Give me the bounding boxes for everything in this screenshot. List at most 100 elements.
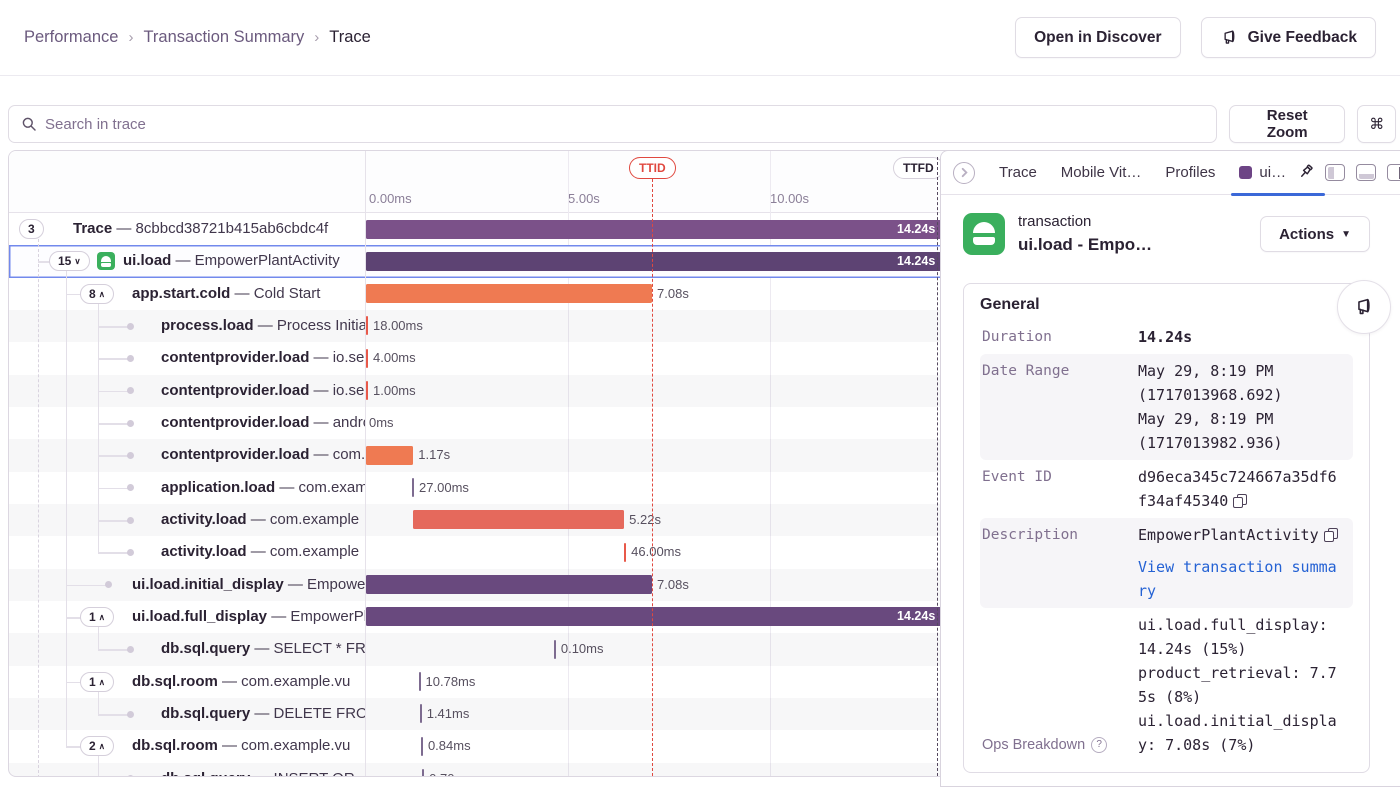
span-bar[interactable] <box>366 284 652 303</box>
row-count-pill[interactable]: 15∨ <box>49 251 90 271</box>
span-op: db.sql.room <box>132 673 218 690</box>
detail-value: May 29, 8:19 PM (1717013968.692) May 29,… <box>1138 359 1340 455</box>
view-transaction-summary-link[interactable]: View transaction summary <box>1138 555 1340 603</box>
span-bar[interactable] <box>413 510 624 529</box>
span-label: activity.load — com.example <box>161 504 359 536</box>
reset-zoom-button[interactable]: Reset Zoom <box>1229 105 1345 143</box>
span-label: ui.load.initial_display — EmpowerPlantAc… <box>132 569 365 601</box>
span-duration: 46.00ms <box>631 536 681 568</box>
dock-left-icon[interactable] <box>1325 164 1345 181</box>
tab-profiles[interactable]: Profiles <box>1153 164 1227 181</box>
span-bar[interactable] <box>366 575 652 594</box>
span-duration: 0.10ms <box>561 633 604 665</box>
reset-zoom-label: Reset Zoom <box>1248 107 1326 141</box>
span-bar[interactable] <box>554 640 556 659</box>
span-bar[interactable] <box>366 446 413 465</box>
breadcrumb-transaction-summary[interactable]: Transaction Summary <box>143 28 304 47</box>
tree-elbow <box>66 585 107 587</box>
span-label: ui.load — EmpowerPlantActivity <box>123 245 340 277</box>
span-bar[interactable]: 14.24s <box>366 252 941 271</box>
chevron-up-icon: ∧ <box>99 742 105 751</box>
ttid-badge[interactable]: TTID <box>629 157 676 179</box>
chevron-down-icon: ∨ <box>74 257 80 266</box>
span-bar[interactable]: 14.24s <box>366 220 941 239</box>
row-count-pill[interactable]: 3 <box>19 219 44 239</box>
open-in-discover-label: Open in Discover <box>1034 29 1161 47</box>
give-feedback-label: Give Feedback <box>1248 29 1357 47</box>
ops-breakdown-value: product_retrieval: 7.75s (8%) <box>1138 661 1340 709</box>
detail-value: ui.load.full_display: 14.24s (15%)produc… <box>1138 613 1340 757</box>
tree-cell: db.sql.query — SELECT * FROM <box>9 633 365 665</box>
span-bar[interactable] <box>420 704 422 723</box>
row-count-pill[interactable]: 1∧ <box>80 672 114 692</box>
detail-value: EmpowerPlantActivityView transaction sum… <box>1138 523 1340 603</box>
span-op: contentprovider.load <box>161 382 309 399</box>
android-icon <box>97 252 115 270</box>
span-duration: 14.24s <box>897 252 935 271</box>
tree-cell: contentprovider.load — androidx <box>9 407 365 439</box>
row-count-pill[interactable]: 2∧ <box>80 736 114 756</box>
span-bar[interactable] <box>366 316 368 335</box>
span-label: Trace — 8cbbcd38721b415ab6cbdc4f <box>73 213 328 245</box>
pin-icon[interactable] <box>1293 160 1319 186</box>
dock-right-icon[interactable] <box>1387 164 1400 181</box>
tree-guide-line <box>66 271 67 746</box>
span-bar[interactable] <box>422 769 424 777</box>
span-duration: 7.08s <box>657 569 689 601</box>
span-color-swatch <box>1239 166 1252 179</box>
span-bar[interactable] <box>366 381 368 400</box>
actions-button[interactable]: Actions ▼ <box>1260 216 1370 252</box>
copy-icon[interactable] <box>1324 528 1338 542</box>
general-heading: General <box>980 296 1353 314</box>
span-bar[interactable]: 14.24s <box>366 607 941 626</box>
megaphone-icon <box>1220 28 1239 47</box>
span-bar[interactable] <box>419 672 421 691</box>
span-duration: 18.00ms <box>373 310 423 342</box>
span-bar[interactable] <box>624 543 626 562</box>
shortcut-button[interactable]: ⌘ <box>1357 105 1396 143</box>
breadcrumb-separator: › <box>128 29 133 46</box>
span-duration: 14.24s <box>897 220 935 239</box>
tree-elbow <box>98 455 129 457</box>
copy-icon[interactable] <box>1233 494 1247 508</box>
detail-value-text: May 29, 8:19 PM (1717013968.692) May 29,… <box>1138 362 1283 452</box>
detail-label: Date Range <box>980 359 1138 455</box>
tab-mobile-vitals[interactable]: Mobile Vit… <box>1049 164 1154 181</box>
tree-elbow <box>98 391 129 393</box>
span-label: activity.load — com.example <box>161 536 359 568</box>
row-count-pill[interactable]: 8∧ <box>80 284 114 304</box>
tree-elbow <box>98 488 129 490</box>
active-tab-label: ui… <box>1259 164 1286 181</box>
dock-bottom-icon[interactable] <box>1356 164 1376 181</box>
tree-cell: db.sql.query — INSERT OR <box>9 763 365 777</box>
tree-elbow <box>98 714 129 716</box>
breadcrumb-performance[interactable]: Performance <box>24 28 118 47</box>
span-description: — EmpowerPlantActivity <box>171 252 339 269</box>
tab-trace[interactable]: Trace <box>987 164 1049 181</box>
span-description: — io.sentry <box>309 349 365 366</box>
detail-row: DescriptionEmpowerPlantActivityView tran… <box>980 518 1353 608</box>
row-count-pill[interactable]: 1∧ <box>80 607 114 627</box>
help-icon[interactable]: ? <box>1091 737 1107 753</box>
give-feedback-button[interactable]: Give Feedback <box>1201 17 1376 58</box>
tree-guide-line <box>98 691 99 714</box>
feedback-fab[interactable] <box>1337 280 1391 334</box>
span-bar[interactable] <box>421 737 423 756</box>
span-description: — EmpowerPlantActivity <box>267 608 365 625</box>
span-description: — 8cbbcd38721b415ab6cbdc4f <box>112 220 328 237</box>
collapse-drawer-button[interactable] <box>953 162 975 184</box>
ttfd-badge[interactable]: TTFD <box>893 157 944 179</box>
search-box[interactable] <box>8 105 1217 143</box>
transaction-header: transaction ui.load - Empo… Actions ▼ <box>941 195 1400 269</box>
open-in-discover-button[interactable]: Open in Discover <box>1015 17 1180 58</box>
transaction-title: ui.load - Empo… <box>1018 233 1152 258</box>
breadcrumb-trace: Trace <box>329 28 371 47</box>
span-bar[interactable] <box>412 478 414 497</box>
trace-drawer: Trace Mobile Vit… Profiles ui… <box>940 150 1400 787</box>
span-bar[interactable] <box>366 349 368 368</box>
tree-dot <box>127 355 134 362</box>
search-input[interactable] <box>45 116 1204 133</box>
span-op: Trace <box>73 220 112 237</box>
tab-span-detail-active[interactable]: ui… <box>1231 151 1325 195</box>
general-rows: Duration14.24sDate RangeMay 29, 8:19 PM … <box>980 320 1353 762</box>
